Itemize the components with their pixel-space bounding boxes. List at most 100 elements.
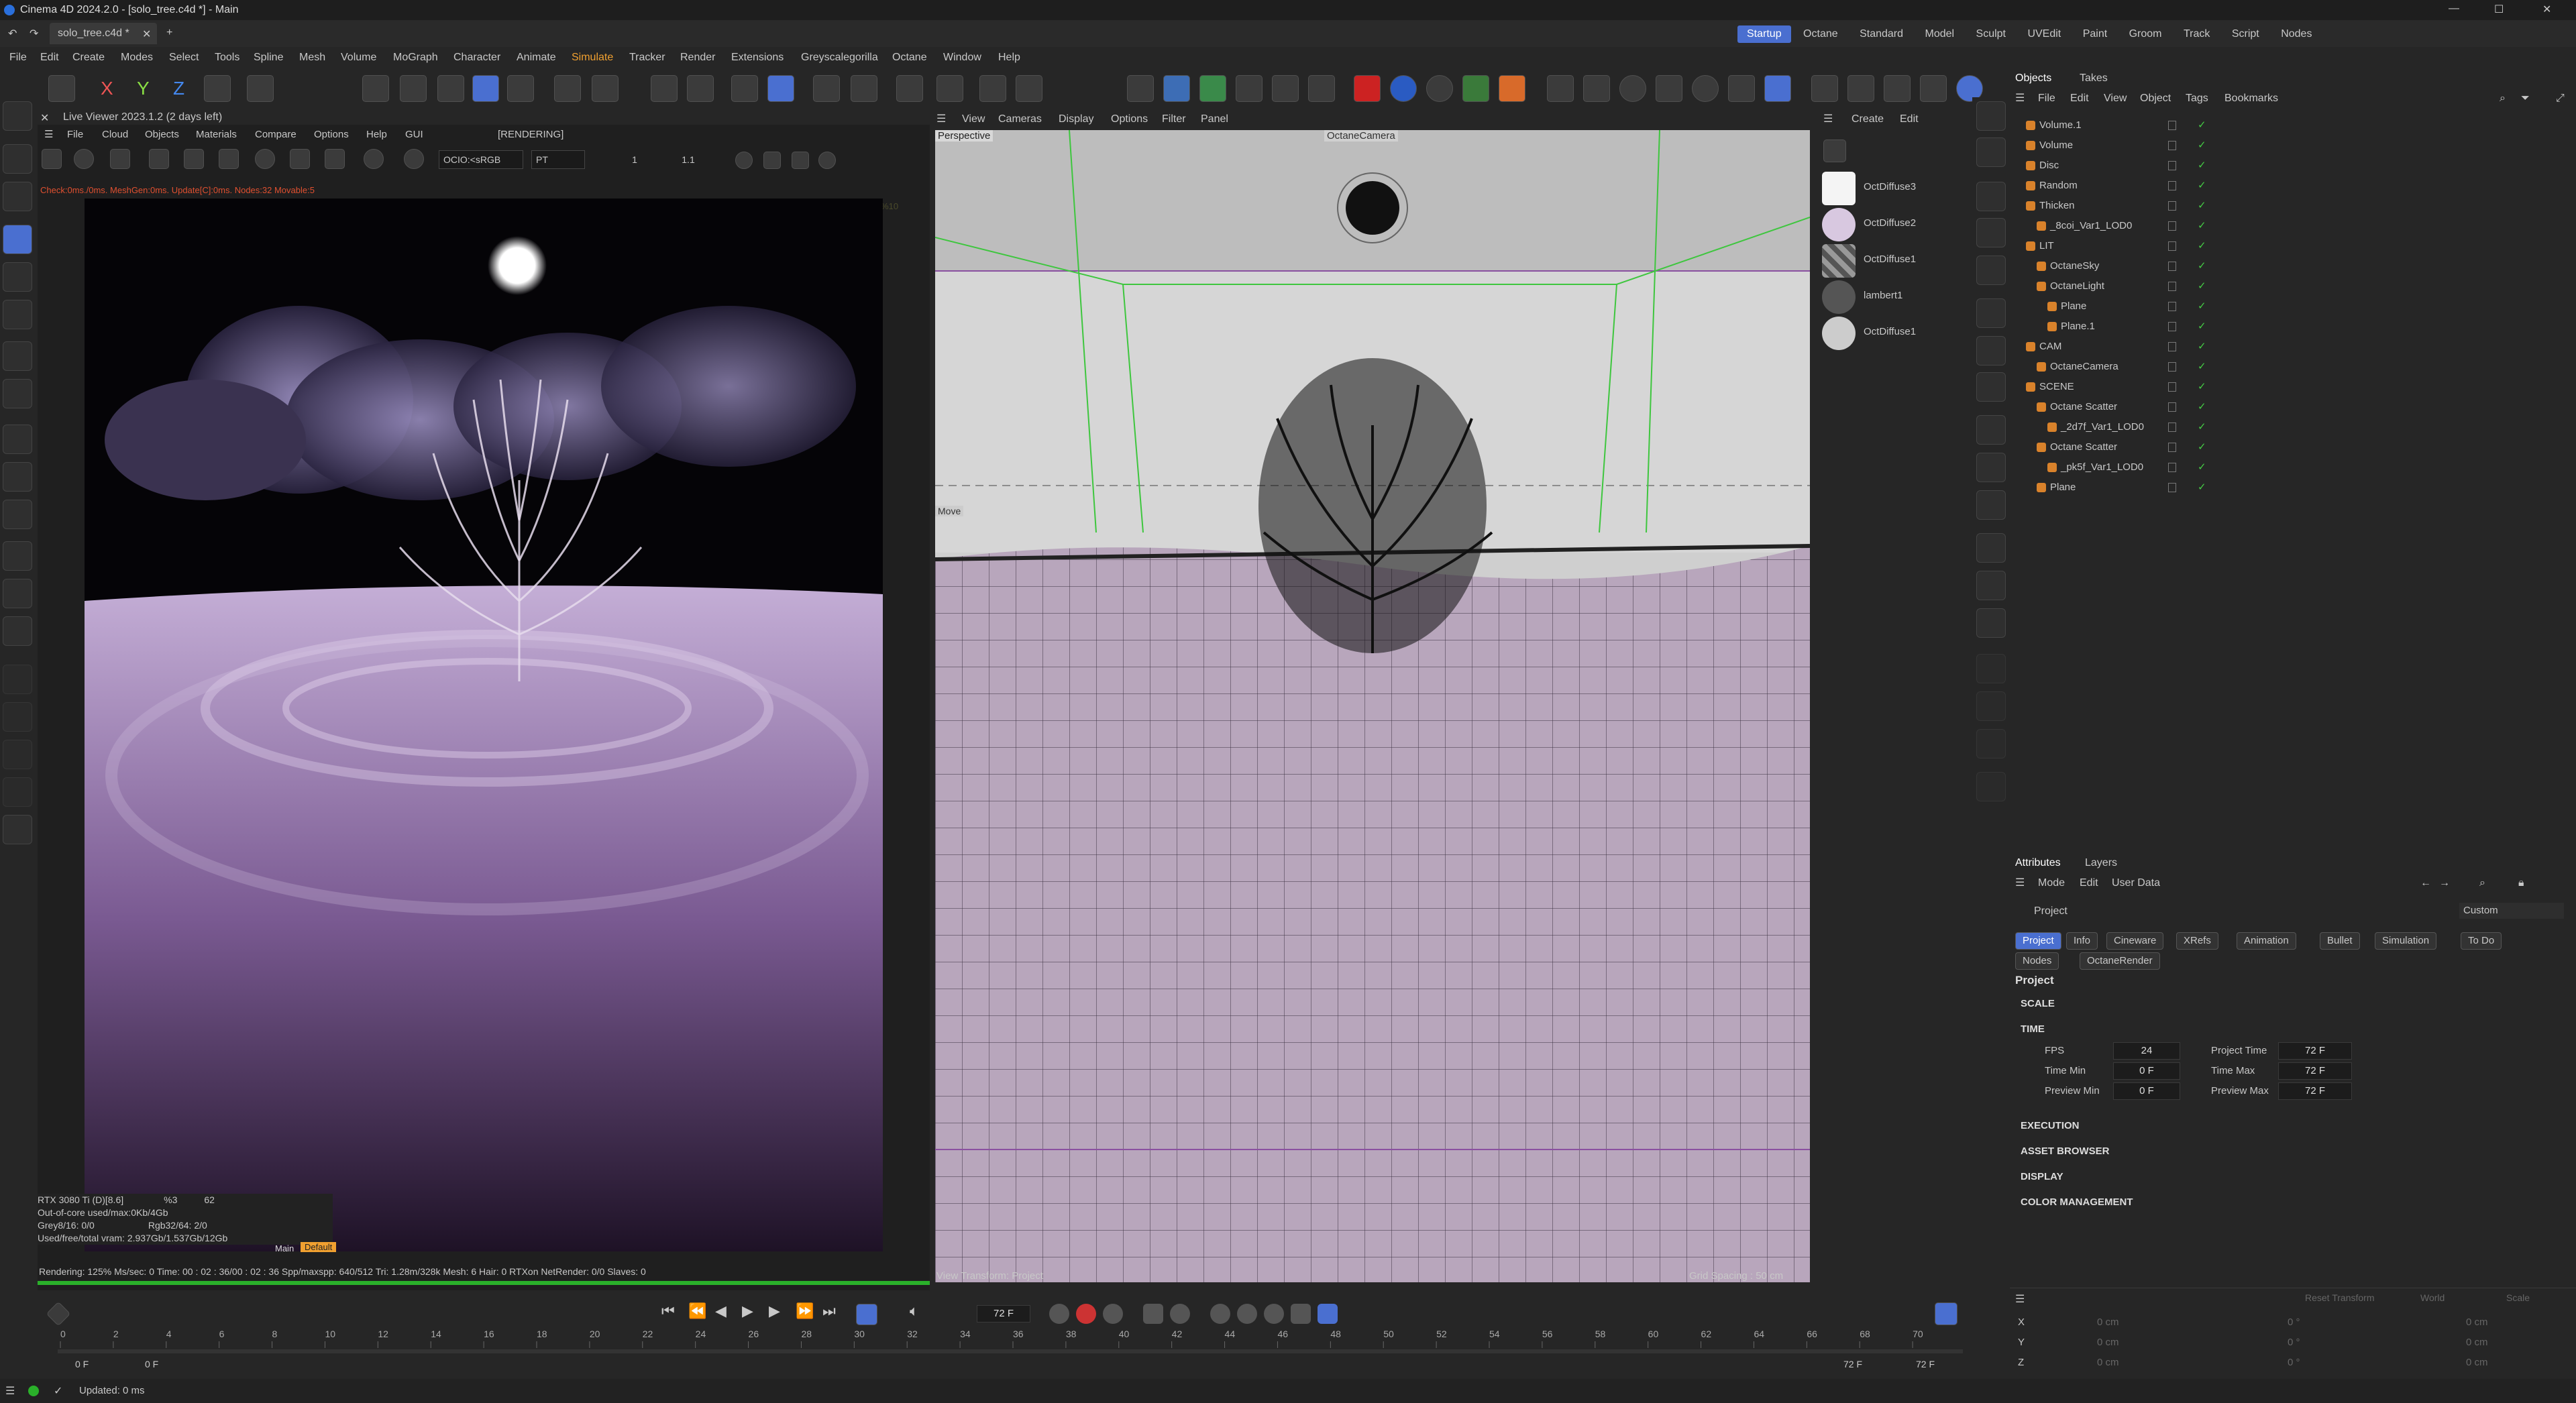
pla-icon[interactable]: [1170, 1304, 1190, 1324]
attr-tab-todo[interactable]: To Do: [2461, 932, 2502, 950]
lock-render-icon[interactable]: [219, 149, 239, 169]
attr-menu-edit[interactable]: Edit: [2080, 873, 2098, 893]
pointer-icon[interactable]: [1976, 101, 2006, 131]
download-icon[interactable]: [1976, 691, 2006, 721]
timeline-start-field-2[interactable]: 0 F: [145, 1359, 158, 1369]
menu-character[interactable]: Character: [453, 47, 500, 68]
object-row[interactable]: Plane ✓: [2010, 296, 2576, 317]
attr-tab-simulation[interactable]: Simulation: [2375, 932, 2437, 950]
visibility-icon[interactable]: [2168, 121, 2176, 130]
menu-modes[interactable]: Modes: [121, 47, 153, 68]
attr-menu-userdata[interactable]: User Data: [2112, 873, 2160, 893]
coords-menu-icon[interactable]: ☰: [2015, 1292, 2025, 1306]
attributes-menu-icon[interactable]: ☰: [2015, 873, 2025, 893]
smooth-icon[interactable]: [3, 702, 32, 732]
material-icon[interactable]: [404, 149, 424, 169]
timeline-start-field[interactable]: 0 F: [75, 1359, 89, 1369]
world-select[interactable]: World: [2420, 1292, 2445, 1303]
coordinate-system-icon[interactable]: [204, 75, 231, 102]
object-row[interactable]: _8coi_Var1_LOD0 ✓: [2010, 216, 2576, 236]
visibility-icon[interactable]: [2168, 201, 2176, 211]
project-time-field[interactable]: 72 F: [2278, 1042, 2352, 1060]
text-palette-icon[interactable]: [1976, 256, 2006, 285]
globe-icon[interactable]: [1976, 533, 2006, 563]
layout-standard[interactable]: Standard: [1850, 25, 1913, 43]
symmetry-icon[interactable]: [896, 75, 923, 102]
uv-mode-icon[interactable]: [507, 75, 534, 102]
lv-menu-file[interactable]: File: [67, 126, 83, 144]
viewport-menu-icon[interactable]: ☰: [936, 110, 946, 129]
menu-create[interactable]: Create: [72, 47, 105, 68]
redo-icon[interactable]: ↷: [30, 27, 38, 40]
region-icon[interactable]: [149, 149, 169, 169]
edges-mode-icon[interactable]: [400, 75, 427, 102]
pos-x-field[interactable]: 0 cm: [2097, 1312, 2119, 1333]
plugin-a-icon[interactable]: [1127, 75, 1154, 102]
menu-file[interactable]: File: [9, 47, 27, 68]
deformer-icon[interactable]: [1976, 298, 2006, 328]
layout-sculpt[interactable]: Sculpt: [1967, 25, 2015, 43]
enabled-check-icon[interactable]: ✓: [2198, 236, 2206, 256]
render-start-icon[interactable]: [42, 149, 62, 169]
obj-menu-file[interactable]: File: [2038, 89, 2055, 109]
object-row[interactable]: CAM ✓: [2010, 337, 2576, 357]
kernel-select[interactable]: PT: [531, 150, 585, 169]
attr-tab-nodes[interactable]: Nodes: [2015, 952, 2059, 970]
rot-x-field[interactable]: 0 °: [2288, 1312, 2300, 1333]
live-select-icon[interactable]: [3, 144, 32, 174]
axis-y-icon[interactable]: Y: [137, 78, 150, 99]
attr-tab-animation[interactable]: Animation: [2237, 932, 2296, 950]
menu-window[interactable]: Window: [943, 47, 981, 68]
enabled-check-icon[interactable]: ✓: [2198, 457, 2206, 478]
menu-select[interactable]: Select: [169, 47, 199, 68]
visibility-icon[interactable]: [2168, 342, 2176, 351]
rot-z-field[interactable]: 0 °: [2288, 1353, 2300, 1373]
render-palette-icon[interactable]: [1976, 571, 2006, 600]
tab-attributes[interactable]: Attributes: [2015, 853, 2061, 873]
vp-menu-view[interactable]: View: [962, 110, 985, 129]
preview-max-field[interactable]: 72 F: [2278, 1082, 2352, 1100]
visibility-icon[interactable]: [2168, 181, 2176, 190]
fog-icon[interactable]: [1728, 75, 1755, 102]
value-field-1[interactable]: 1: [614, 150, 655, 169]
workplane-icon[interactable]: [767, 75, 794, 102]
next-frame-icon[interactable]: ▶: [769, 1302, 780, 1320]
mat-menu-create[interactable]: Create: [1851, 110, 1884, 129]
object-mode-icon[interactable]: [472, 75, 499, 102]
scale-x-field[interactable]: 0 cm: [2466, 1312, 2488, 1333]
vp-menu-panel[interactable]: Panel: [1201, 110, 1228, 129]
object-row[interactable]: SCENE ✓: [2010, 377, 2576, 397]
scale-section[interactable]: SCALE: [2021, 998, 2055, 1009]
enabled-check-icon[interactable]: ✓: [2198, 337, 2206, 357]
tab-layers[interactable]: Layers: [2085, 853, 2117, 873]
octane-scatter-icon[interactable]: [1462, 75, 1489, 102]
cube-icon[interactable]: [1199, 75, 1226, 102]
settings-icon[interactable]: [936, 75, 963, 102]
reset-transform-button[interactable]: Reset Transform: [2305, 1292, 2374, 1303]
paint-icon[interactable]: [3, 541, 32, 571]
paint-bucket-icon[interactable]: [3, 815, 32, 844]
attr-tab-info[interactable]: Info: [2066, 932, 2098, 950]
menu-tracker[interactable]: Tracker: [629, 47, 665, 68]
object-row[interactable]: _2d7f_Var1_LOD0 ✓: [2010, 417, 2576, 437]
flatten-icon[interactable]: [3, 777, 32, 807]
frame-icon[interactable]: [325, 149, 345, 169]
object-row[interactable]: Thicken ✓: [2010, 196, 2576, 216]
octane-sky-icon[interactable]: [1426, 75, 1453, 102]
object-row[interactable]: Volume.1 ✓: [2010, 115, 2576, 135]
menu-spline[interactable]: Spline: [254, 47, 283, 68]
pen-icon[interactable]: [3, 462, 32, 492]
scale-y-field[interactable]: 0 cm: [2466, 1333, 2488, 1353]
go-end-icon[interactable]: ⏭: [822, 1302, 836, 1320]
lv-menu-compare[interactable]: Compare: [255, 126, 297, 144]
timeline-track[interactable]: [58, 1349, 1963, 1353]
layout-groom[interactable]: Groom: [2120, 25, 2171, 43]
enabled-check-icon[interactable]: ✓: [2198, 276, 2206, 296]
visibility-icon[interactable]: [2168, 141, 2176, 150]
checker-icon[interactable]: [1547, 75, 1574, 102]
object-row[interactable]: Disc ✓: [2010, 156, 2576, 176]
lv-menu-options[interactable]: Options: [314, 126, 349, 144]
lv-menu-cloud[interactable]: Cloud: [102, 126, 128, 144]
text-icon[interactable]: [1016, 75, 1042, 102]
sculpt-icon[interactable]: [3, 665, 32, 694]
